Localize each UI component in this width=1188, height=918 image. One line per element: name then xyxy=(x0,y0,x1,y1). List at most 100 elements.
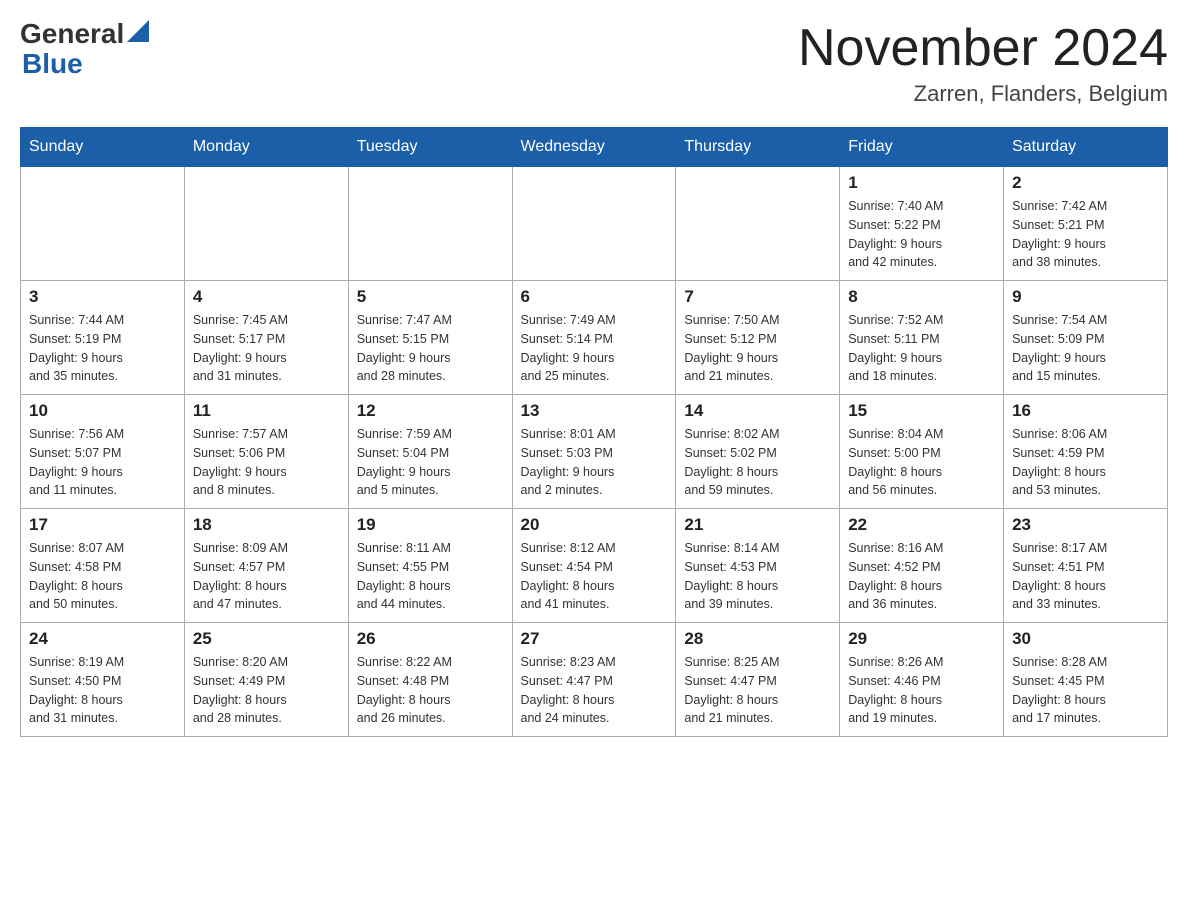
table-row: 26 Sunrise: 8:22 AM Sunset: 4:48 PM Dayli… xyxy=(348,623,512,737)
logo-text-blue: Blue xyxy=(22,48,149,80)
table-row: 6Sunrise: 7:49 AM Sunset: 5:14 PM Daylig… xyxy=(512,281,676,395)
day-info: Sunrise: 8:22 AM Sunset: 4:48 PM Dayligh… xyxy=(357,653,504,728)
day-info: Sunrise: 7:45 AM Sunset: 5:17 PM Dayligh… xyxy=(193,311,340,386)
col-wednesday: Wednesday xyxy=(512,128,676,167)
table-row xyxy=(348,167,512,281)
day-number: 15 xyxy=(848,401,995,421)
day-info: Sunrise: 7:44 AM Sunset: 5:19 PM Dayligh… xyxy=(29,311,176,386)
day-number: 6 xyxy=(521,287,668,307)
day-info: Sunrise: 7:56 AM Sunset: 5:07 PM Dayligh… xyxy=(29,425,176,500)
day-number: 11 xyxy=(193,401,340,421)
col-thursday: Thursday xyxy=(676,128,840,167)
page-header: General Blue November 2024 Zarren, Fland… xyxy=(20,20,1168,107)
day-info: Sunrise: 8:09 AM Sunset: 4:57 PM Dayligh… xyxy=(193,539,340,614)
col-sunday: Sunday xyxy=(21,128,185,167)
day-info: Sunrise: 8:26 AM Sunset: 4:46 PM Dayligh… xyxy=(848,653,995,728)
day-number: 5 xyxy=(357,287,504,307)
day-info: Sunrise: 8:02 AM Sunset: 5:02 PM Dayligh… xyxy=(684,425,831,500)
day-info: Sunrise: 7:40 AM Sunset: 5:22 PM Dayligh… xyxy=(848,197,995,272)
day-info: Sunrise: 7:57 AM Sunset: 5:06 PM Dayligh… xyxy=(193,425,340,500)
day-number: 30 xyxy=(1012,629,1159,649)
table-row xyxy=(21,167,185,281)
table-row: 3Sunrise: 7:44 AM Sunset: 5:19 PM Daylig… xyxy=(21,281,185,395)
table-row: 20 Sunrise: 8:12 AM Sunset: 4:54 PM Dayli… xyxy=(512,509,676,623)
day-number: 23 xyxy=(1012,515,1159,535)
table-row: 28 Sunrise: 8:25 AM Sunset: 4:47 PM Dayli… xyxy=(676,623,840,737)
day-number: 13 xyxy=(521,401,668,421)
day-info: Sunrise: 7:47 AM Sunset: 5:15 PM Dayligh… xyxy=(357,311,504,386)
day-info: Sunrise: 7:52 AM Sunset: 5:11 PM Dayligh… xyxy=(848,311,995,386)
table-row: 1 Sunrise: 7:40 AM Sunset: 5:22 PM Daylig… xyxy=(840,167,1004,281)
col-friday: Friday xyxy=(840,128,1004,167)
col-monday: Monday xyxy=(184,128,348,167)
day-info: Sunrise: 8:20 AM Sunset: 4:49 PM Dayligh… xyxy=(193,653,340,728)
day-info: Sunrise: 8:25 AM Sunset: 4:47 PM Dayligh… xyxy=(684,653,831,728)
day-number: 7 xyxy=(684,287,831,307)
day-number: 25 xyxy=(193,629,340,649)
day-info: Sunrise: 8:01 AM Sunset: 5:03 PM Dayligh… xyxy=(521,425,668,500)
calendar-week-row: 24Sunrise: 8:19 AM Sunset: 4:50 PM Dayli… xyxy=(21,623,1168,737)
day-info: Sunrise: 8:16 AM Sunset: 4:52 PM Dayligh… xyxy=(848,539,995,614)
table-row: 27 Sunrise: 8:23 AM Sunset: 4:47 PM Dayli… xyxy=(512,623,676,737)
table-row: 24Sunrise: 8:19 AM Sunset: 4:50 PM Dayli… xyxy=(21,623,185,737)
day-number: 2 xyxy=(1012,173,1159,193)
day-number: 27 xyxy=(521,629,668,649)
day-number: 28 xyxy=(684,629,831,649)
day-info: Sunrise: 8:14 AM Sunset: 4:53 PM Dayligh… xyxy=(684,539,831,614)
day-number: 22 xyxy=(848,515,995,535)
table-row: 16 Sunrise: 8:06 AM Sunset: 4:59 PM Dayli… xyxy=(1004,395,1168,509)
table-row: 23 Sunrise: 8:17 AM Sunset: 4:51 PM Dayli… xyxy=(1004,509,1168,623)
calendar-week-row: 1 Sunrise: 7:40 AM Sunset: 5:22 PM Daylig… xyxy=(21,167,1168,281)
table-row: 10 Sunrise: 7:56 AM Sunset: 5:07 PM Dayli… xyxy=(21,395,185,509)
table-row: 7 Sunrise: 7:50 AM Sunset: 5:12 PM Daylig… xyxy=(676,281,840,395)
day-info: Sunrise: 7:50 AM Sunset: 5:12 PM Dayligh… xyxy=(684,311,831,386)
day-info: Sunrise: 8:06 AM Sunset: 4:59 PM Dayligh… xyxy=(1012,425,1159,500)
day-info: Sunrise: 7:59 AM Sunset: 5:04 PM Dayligh… xyxy=(357,425,504,500)
day-info: Sunrise: 8:17 AM Sunset: 4:51 PM Dayligh… xyxy=(1012,539,1159,614)
table-row xyxy=(512,167,676,281)
day-number: 1 xyxy=(848,173,995,193)
day-info: Sunrise: 8:11 AM Sunset: 4:55 PM Dayligh… xyxy=(357,539,504,614)
day-number: 19 xyxy=(357,515,504,535)
day-info: Sunrise: 8:07 AM Sunset: 4:58 PM Dayligh… xyxy=(29,539,176,614)
table-row: 22 Sunrise: 8:16 AM Sunset: 4:52 PM Dayli… xyxy=(840,509,1004,623)
day-number: 26 xyxy=(357,629,504,649)
day-number: 20 xyxy=(521,515,668,535)
day-number: 16 xyxy=(1012,401,1159,421)
table-row: 12 Sunrise: 7:59 AM Sunset: 5:04 PM Dayli… xyxy=(348,395,512,509)
table-row: 29 Sunrise: 8:26 AM Sunset: 4:46 PM Dayli… xyxy=(840,623,1004,737)
day-info: Sunrise: 8:23 AM Sunset: 4:47 PM Dayligh… xyxy=(521,653,668,728)
title-section: November 2024 Zarren, Flanders, Belgium xyxy=(798,20,1168,107)
logo-text-general: General xyxy=(20,20,124,48)
day-number: 17 xyxy=(29,515,176,535)
table-row: 2 Sunrise: 7:42 AM Sunset: 5:21 PM Daylig… xyxy=(1004,167,1168,281)
table-row: 14 Sunrise: 8:02 AM Sunset: 5:02 PM Dayli… xyxy=(676,395,840,509)
col-saturday: Saturday xyxy=(1004,128,1168,167)
table-row: 8 Sunrise: 7:52 AM Sunset: 5:11 PM Daylig… xyxy=(840,281,1004,395)
day-number: 21 xyxy=(684,515,831,535)
calendar-table: Sunday Monday Tuesday Wednesday Thursday… xyxy=(20,127,1168,737)
table-row: 9 Sunrise: 7:54 AM Sunset: 5:09 PM Daylig… xyxy=(1004,281,1168,395)
day-number: 10 xyxy=(29,401,176,421)
day-number: 9 xyxy=(1012,287,1159,307)
day-number: 14 xyxy=(684,401,831,421)
col-tuesday: Tuesday xyxy=(348,128,512,167)
table-row: 18Sunrise: 8:09 AM Sunset: 4:57 PM Dayli… xyxy=(184,509,348,623)
day-number: 12 xyxy=(357,401,504,421)
day-number: 8 xyxy=(848,287,995,307)
day-info: Sunrise: 8:28 AM Sunset: 4:45 PM Dayligh… xyxy=(1012,653,1159,728)
day-info: Sunrise: 8:19 AM Sunset: 4:50 PM Dayligh… xyxy=(29,653,176,728)
table-row: 5 Sunrise: 7:47 AM Sunset: 5:15 PM Daylig… xyxy=(348,281,512,395)
day-info: Sunrise: 7:42 AM Sunset: 5:21 PM Dayligh… xyxy=(1012,197,1159,272)
day-info: Sunrise: 8:12 AM Sunset: 4:54 PM Dayligh… xyxy=(521,539,668,614)
table-row: 11 Sunrise: 7:57 AM Sunset: 5:06 PM Dayli… xyxy=(184,395,348,509)
day-info: Sunrise: 7:54 AM Sunset: 5:09 PM Dayligh… xyxy=(1012,311,1159,386)
day-number: 4 xyxy=(193,287,340,307)
month-title: November 2024 xyxy=(798,20,1168,77)
table-row: 15Sunrise: 8:04 AM Sunset: 5:00 PM Dayli… xyxy=(840,395,1004,509)
day-number: 29 xyxy=(848,629,995,649)
table-row: 17 Sunrise: 8:07 AM Sunset: 4:58 PM Dayli… xyxy=(21,509,185,623)
table-row: 25 Sunrise: 8:20 AM Sunset: 4:49 PM Dayli… xyxy=(184,623,348,737)
table-row: 4 Sunrise: 7:45 AM Sunset: 5:17 PM Daylig… xyxy=(184,281,348,395)
calendar-week-row: 17 Sunrise: 8:07 AM Sunset: 4:58 PM Dayli… xyxy=(21,509,1168,623)
